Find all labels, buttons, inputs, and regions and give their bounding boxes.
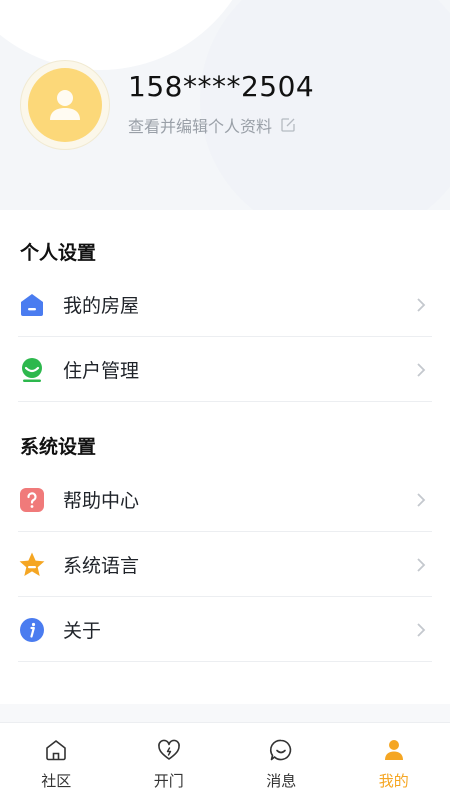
settings-item-label: 我的房屋 (63, 295, 140, 317)
avatar-image (28, 68, 102, 142)
message-icon (268, 737, 294, 763)
edit-profile-link[interactable]: 查看并编辑个人资料 (128, 113, 296, 137)
profile-header: 158****2504 查看并编辑个人资料 (0, 0, 450, 210)
settings-item-about[interactable]: 关于 (0, 597, 450, 662)
settings-item-label: 关于 (63, 620, 102, 642)
settings-item-label: 住户管理 (63, 360, 140, 382)
user-phone: 158****2504 (128, 70, 315, 103)
help-icon (18, 486, 46, 514)
home-icon (43, 737, 69, 763)
settings-item-help-center[interactable]: 帮助中心 (0, 467, 450, 532)
chevron-right-icon (414, 362, 428, 377)
settings-item-resident-management[interactable]: 住户管理 (0, 337, 450, 402)
chevron-right-icon (414, 557, 428, 572)
user-icon (381, 737, 407, 763)
chevron-right-icon (414, 622, 428, 637)
house-icon (18, 291, 46, 319)
info-icon (18, 616, 46, 644)
divider (18, 401, 432, 402)
settings-panel: 个人设置 我的房屋 住户管理 系统设置 帮助中心 系统语言 关于 (0, 210, 450, 704)
star-icon (18, 551, 46, 579)
tab-community[interactable]: 社区 (0, 723, 113, 800)
heart-icon (156, 737, 182, 763)
settings-item-system-language[interactable]: 系统语言 (0, 532, 450, 597)
chevron-right-icon (414, 297, 428, 312)
divider (18, 661, 432, 662)
tab-label: 开门 (153, 772, 184, 790)
edit-icon (280, 117, 296, 133)
tab-open-door[interactable]: 开门 (113, 723, 226, 800)
tab-label: 社区 (41, 772, 72, 790)
settings-item-my-house[interactable]: 我的房屋 (0, 272, 450, 337)
section-title-system: 系统设置 (20, 436, 97, 458)
header-decoration (200, 0, 450, 210)
resident-icon (18, 356, 46, 384)
tab-label: 消息 (266, 772, 297, 790)
section-title-personal: 个人设置 (20, 242, 97, 264)
tab-mine[interactable]: 我的 (338, 723, 450, 800)
tab-messages[interactable]: 消息 (225, 723, 338, 800)
tab-label: 我的 (378, 772, 409, 790)
edit-profile-label: 查看并编辑个人资料 (128, 117, 273, 136)
user-silhouette-icon (50, 90, 80, 120)
settings-item-label: 帮助中心 (63, 490, 140, 512)
chevron-right-icon (414, 492, 428, 507)
settings-item-label: 系统语言 (63, 555, 140, 577)
bottom-tab-bar: 社区 开门 消息 我的 (0, 722, 450, 800)
avatar[interactable] (20, 60, 110, 150)
